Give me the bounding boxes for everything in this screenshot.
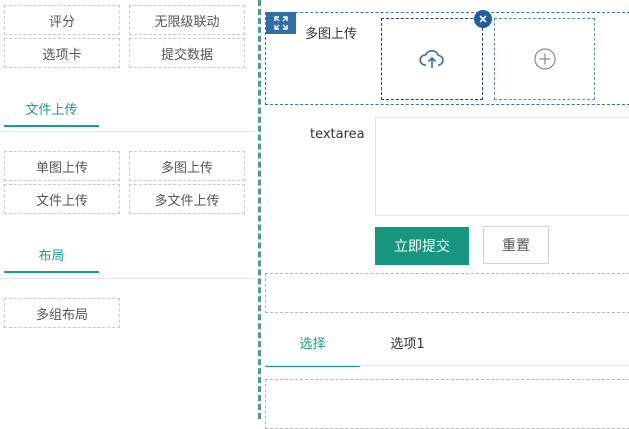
palette-item-single-image-upload[interactable]: 单图上传 [4, 151, 120, 181]
add-image-button[interactable] [494, 18, 595, 100]
close-icon[interactable] [474, 10, 492, 28]
section-title-layout[interactable]: 布局 [4, 243, 99, 273]
tab-select[interactable]: 选择 [265, 325, 360, 367]
section-divider [0, 278, 255, 279]
textarea-input[interactable] [375, 117, 629, 216]
multi-image-upload-label: 多图上传 [305, 27, 358, 42]
reset-button[interactable]: 重置 [483, 226, 549, 264]
plus-circle-icon [533, 48, 556, 70]
cloud-upload-icon [419, 50, 444, 68]
tab-content-drop-zone[interactable] [265, 379, 629, 429]
palette-item-multi-file-upload[interactable]: 多文件上传 [129, 184, 245, 214]
palette-item-submit[interactable]: 提交数据 [129, 38, 245, 68]
tabs-underline [265, 365, 629, 366]
panel-divider[interactable] [258, 0, 261, 419]
textarea-label: textarea [310, 127, 365, 142]
palette-item-cascader[interactable]: 无限级联动 [129, 5, 245, 35]
drop-zone[interactable] [265, 273, 629, 313]
expand-icon[interactable] [266, 12, 296, 34]
palette-item-file-upload[interactable]: 文件上传 [4, 184, 120, 214]
palette-item-tabs[interactable]: 选项卡 [4, 38, 120, 68]
image-upload-slot[interactable] [381, 18, 483, 100]
tab-option-1[interactable]: 选项1 [360, 325, 455, 365]
section-divider [0, 131, 255, 132]
submit-button[interactable]: 立即提交 [375, 227, 469, 265]
palette-item-rating[interactable]: 评分 [4, 5, 120, 35]
section-title-file-upload[interactable]: 文件上传 [4, 97, 99, 127]
palette-item-multi-image-upload[interactable]: 多图上传 [129, 151, 245, 181]
palette-item-group-layout[interactable]: 多组布局 [4, 298, 120, 328]
